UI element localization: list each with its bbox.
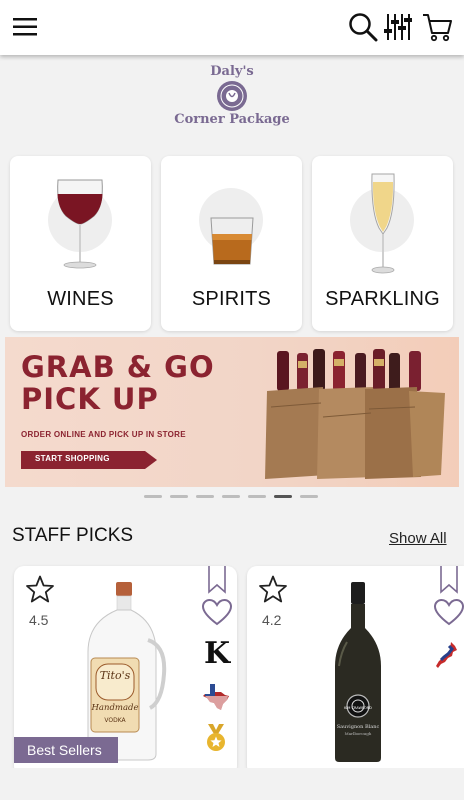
kosher-icon: K — [204, 636, 231, 671]
promo-banner[interactable]: GRAB & GO PICK UP ORDER ONLINE AND PICK … — [5, 337, 459, 487]
category-card-wines[interactable]: WINES — [10, 156, 151, 331]
medal-award-icon — [207, 724, 225, 751]
product-card[interactable]: 4.2 KIM CRAWFORD Sauvignon Blanc Marlbor… — [247, 566, 464, 776]
product-rating: 4.5 — [29, 612, 49, 628]
carousel-dot[interactable] — [196, 495, 214, 498]
category-label: SPARKLING — [325, 288, 440, 310]
bottom-spacer — [0, 768, 464, 800]
bottle-label-brand: KIM CRAWFORD — [344, 706, 372, 710]
banner-headline-line-2: PICK UP — [21, 382, 159, 416]
best-sellers-badge: Best Sellers — [14, 737, 118, 763]
carousel-dot[interactable] — [144, 495, 162, 498]
champagne-flute-icon — [371, 173, 395, 274]
carousel-dot[interactable] — [248, 495, 266, 498]
bottle-label-brand: Tito's — [100, 669, 131, 682]
staff-picks-title: STAFF PICKS — [12, 525, 134, 546]
bookmark-icon[interactable] — [207, 566, 227, 594]
carousel-dot-active[interactable] — [274, 495, 292, 498]
carousel-dot[interactable] — [300, 495, 318, 498]
sauvignon-blanc-bottle-image: KIM CRAWFORD Sauvignon Blanc Marlborough — [335, 582, 381, 762]
carousel-dot[interactable] — [170, 495, 188, 498]
top-app-bar — [0, 0, 464, 55]
cart-icon[interactable] — [421, 12, 453, 42]
logo-line-1: Daly's — [210, 64, 254, 79]
bottle-label-varietal: Sauvignon Blanc — [337, 724, 380, 730]
category-label: WINES — [47, 288, 114, 310]
bottle-label-type: VODKA — [104, 717, 126, 724]
category-card-sparkling[interactable]: SPARKLING — [312, 156, 453, 331]
search-icon[interactable] — [348, 12, 378, 42]
bottle-label-handmade: Handmade — [91, 703, 139, 713]
star-outline-icon[interactable] — [258, 575, 288, 603]
product-rating: 4.2 — [262, 612, 282, 628]
new-zealand-flag-icon — [436, 642, 457, 668]
bookmark-icon[interactable] — [439, 566, 459, 594]
texas-flag-icon — [203, 684, 229, 710]
bottle-label-region: Marlborough — [345, 731, 372, 736]
heart-outline-icon[interactable] — [201, 598, 233, 626]
heart-outline-icon[interactable] — [433, 598, 464, 626]
star-outline-icon[interactable] — [25, 575, 55, 603]
store-logo[interactable]: Daly's Corner Package — [170, 62, 294, 138]
filter-sliders-icon[interactable] — [384, 12, 412, 42]
whiskey-glass-icon — [210, 217, 254, 265]
wine-glass-icon — [57, 179, 103, 269]
logo-seal-icon — [217, 81, 247, 111]
show-all-link[interactable]: Show All — [389, 530, 447, 547]
start-shopping-button[interactable]: START SHOPPING — [21, 451, 157, 469]
start-shopping-label: START SHOPPING — [35, 454, 110, 463]
carousel-dot[interactable] — [222, 495, 240, 498]
banner-headline: GRAB & GO PICK UP — [21, 351, 215, 415]
hamburger-icon[interactable] — [13, 18, 37, 36]
logo-line-2: Corner Package — [174, 112, 290, 127]
banner-headline-line-1: GRAB & GO — [21, 350, 215, 384]
product-card[interactable]: 4.5 Tito's Handmade VODKA K Best Sellers — [14, 566, 237, 776]
vodka-bottle-image: Tito's Handmade VODKA — [87, 582, 167, 761]
category-card-spirits[interactable]: SPIRITS — [161, 156, 302, 331]
bagged-bottles-image — [265, 349, 445, 479]
category-label: SPIRITS — [191, 288, 272, 310]
banner-subtitle: ORDER ONLINE AND PICK UP IN STORE — [21, 430, 186, 439]
